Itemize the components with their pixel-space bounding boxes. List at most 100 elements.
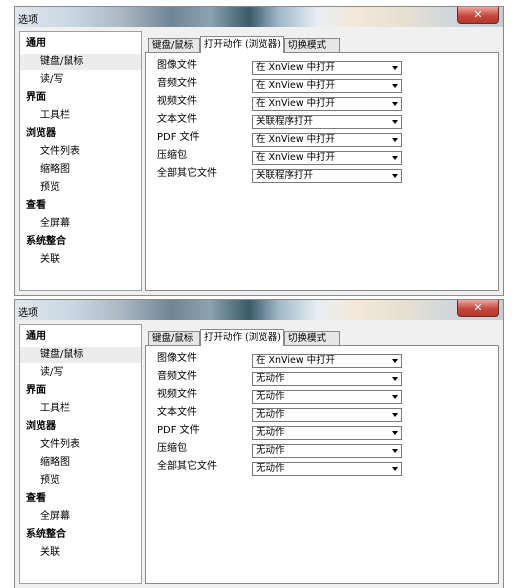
tree-item-thumbnails[interactable]: 缩略图 [20, 455, 141, 471]
row-label-image-files: 图像文件 [157, 60, 197, 71]
tree-item-fullscreen[interactable]: 全屏幕 [20, 509, 141, 525]
tree-item-thumbnails[interactable]: 缩略图 [20, 162, 141, 178]
tab-bar: 键盘/鼠标 打开动作 (浏览器) 切换模式 [145, 36, 499, 53]
tab-open-action[interactable]: 打开动作 (浏览器) [200, 329, 284, 346]
chevron-down-icon [392, 431, 398, 435]
select-value: 关联程序打开 [256, 170, 314, 181]
settings-content: 键盘/鼠标 打开动作 (浏览器) 切换模式 图像文件 在 XnView 中打开 … [145, 324, 499, 584]
chevron-down-icon [392, 120, 398, 124]
row-label-audio-files: 音频文件 [157, 371, 197, 382]
select-value: 在 XnView 中打开 [256, 98, 336, 109]
tree-item-toolbar[interactable]: 工具栏 [20, 108, 141, 124]
chevron-down-icon [392, 84, 398, 88]
close-button[interactable]: ✕ [457, 7, 499, 24]
select-value: 无动作 [256, 373, 285, 384]
pdf-files-select[interactable]: 无动作 [252, 426, 402, 440]
tree-item-fullscreen[interactable]: 全屏幕 [20, 216, 141, 232]
tab-keyboard-mouse[interactable]: 键盘/鼠标 [148, 331, 200, 345]
tree-item-associations[interactable]: 关联 [20, 252, 141, 268]
close-button[interactable]: ✕ [457, 300, 499, 317]
row-label-video-files: 视频文件 [157, 96, 197, 107]
tree-item-preview[interactable]: 预览 [20, 180, 141, 196]
tree-item-file-list[interactable]: 文件列表 [20, 437, 141, 453]
tree-item-keyboard-mouse[interactable]: 键盘/鼠标 [20, 347, 141, 363]
chevron-down-icon [392, 395, 398, 399]
row-label-text-files: 文本文件 [157, 407, 197, 418]
all-other-files-select[interactable]: 关联程序打开 [252, 169, 402, 183]
title-bar[interactable]: 选项 ✕ [15, 7, 503, 27]
tree-item-system-integration[interactable]: 系统整合 [20, 234, 141, 250]
tree-item-read-write[interactable]: 读/写 [20, 365, 141, 381]
chevron-down-icon [392, 359, 398, 363]
select-value: 在 XnView 中打开 [256, 152, 336, 163]
tree-item-view[interactable]: 查看 [20, 198, 141, 214]
select-value: 无动作 [256, 463, 285, 474]
tree-item-general[interactable]: 通用 [20, 36, 141, 52]
tree-item-browser[interactable]: 浏览器 [20, 126, 141, 142]
settings-content: 键盘/鼠标 打开动作 (浏览器) 切换模式 图像文件 在 XnView 中打开 … [145, 31, 499, 291]
chevron-down-icon [392, 102, 398, 106]
text-files-select[interactable]: 关联程序打开 [252, 115, 402, 129]
chevron-down-icon [392, 66, 398, 70]
tree-item-general[interactable]: 通用 [20, 329, 141, 345]
tree-item-system-integration[interactable]: 系统整合 [20, 527, 141, 543]
text-files-select[interactable]: 无动作 [252, 408, 402, 422]
tree-item-toolbar[interactable]: 工具栏 [20, 401, 141, 417]
row-label-all-other-files: 全部其它文件 [157, 461, 217, 472]
row-label-text-files: 文本文件 [157, 114, 197, 125]
audio-files-select[interactable]: 无动作 [252, 372, 402, 386]
chevron-down-icon [392, 467, 398, 471]
all-other-files-select[interactable]: 无动作 [252, 462, 402, 476]
select-value: 在 XnView 中打开 [256, 355, 336, 366]
close-icon: ✕ [473, 301, 483, 314]
row-label-archives: 压缩包 [157, 443, 187, 454]
archives-select[interactable]: 在 XnView 中打开 [252, 151, 402, 165]
tab-switch-mode[interactable]: 切换模式 [284, 38, 340, 52]
pdf-files-select[interactable]: 在 XnView 中打开 [252, 133, 402, 147]
select-value: 在 XnView 中打开 [256, 80, 336, 91]
tab-open-action[interactable]: 打开动作 (浏览器) [200, 36, 284, 53]
tree-item-file-list[interactable]: 文件列表 [20, 144, 141, 160]
tree-item-associations[interactable]: 关联 [20, 545, 141, 561]
image-files-select[interactable]: 在 XnView 中打开 [252, 61, 402, 75]
video-files-select[interactable]: 无动作 [252, 390, 402, 404]
open-action-panel: 图像文件 在 XnView 中打开 音频文件 无动作 视频文件 无动作 文本文件… [145, 345, 499, 584]
row-label-video-files: 视频文件 [157, 389, 197, 400]
tab-keyboard-mouse[interactable]: 键盘/鼠标 [148, 38, 200, 52]
select-value: 无动作 [256, 391, 285, 402]
select-value: 在 XnView 中打开 [256, 62, 336, 73]
options-tree: 通用 键盘/鼠标 读/写 界面 工具栏 浏览器 文件列表 缩略图 预览 查看 全… [19, 31, 142, 291]
options-window: 选项 ✕ 通用 键盘/鼠标 读/写 界面 工具栏 浏览器 文件列表 缩略图 预览… [14, 299, 504, 588]
chevron-down-icon [392, 156, 398, 160]
tree-item-view[interactable]: 查看 [20, 491, 141, 507]
row-label-image-files: 图像文件 [157, 353, 197, 364]
close-icon: ✕ [473, 8, 483, 21]
tree-item-interface[interactable]: 界面 [20, 90, 141, 106]
audio-files-select[interactable]: 在 XnView 中打开 [252, 79, 402, 93]
options-window: 选项 ✕ 通用 键盘/鼠标 读/写 界面 工具栏 浏览器 文件列表 缩略图 预览… [14, 6, 504, 296]
tree-item-browser[interactable]: 浏览器 [20, 419, 141, 435]
chevron-down-icon [392, 138, 398, 142]
archives-select[interactable]: 无动作 [252, 444, 402, 458]
options-tree: 通用 键盘/鼠标 读/写 界面 工具栏 浏览器 文件列表 缩略图 预览 查看 全… [19, 324, 142, 584]
image-files-select[interactable]: 在 XnView 中打开 [252, 354, 402, 368]
tab-switch-mode[interactable]: 切换模式 [284, 331, 340, 345]
select-value: 在 XnView 中打开 [256, 134, 336, 145]
open-action-panel: 图像文件 在 XnView 中打开 音频文件 在 XnView 中打开 视频文件… [145, 52, 499, 291]
chevron-down-icon [392, 413, 398, 417]
tree-item-interface[interactable]: 界面 [20, 383, 141, 399]
title-bar[interactable]: 选项 ✕ [15, 300, 503, 320]
tree-item-preview[interactable]: 预览 [20, 473, 141, 489]
row-label-all-other-files: 全部其它文件 [157, 168, 217, 179]
chevron-down-icon [392, 174, 398, 178]
video-files-select[interactable]: 在 XnView 中打开 [252, 97, 402, 111]
select-value: 无动作 [256, 409, 285, 420]
window-title: 选项 [18, 308, 38, 319]
window-title: 选项 [18, 15, 38, 26]
row-label-pdf-files: PDF 文件 [157, 132, 200, 143]
tree-item-read-write[interactable]: 读/写 [20, 72, 141, 88]
select-value: 关联程序打开 [256, 116, 314, 127]
select-value: 无动作 [256, 445, 285, 456]
tab-bar: 键盘/鼠标 打开动作 (浏览器) 切换模式 [145, 329, 499, 346]
tree-item-keyboard-mouse[interactable]: 键盘/鼠标 [20, 54, 141, 70]
